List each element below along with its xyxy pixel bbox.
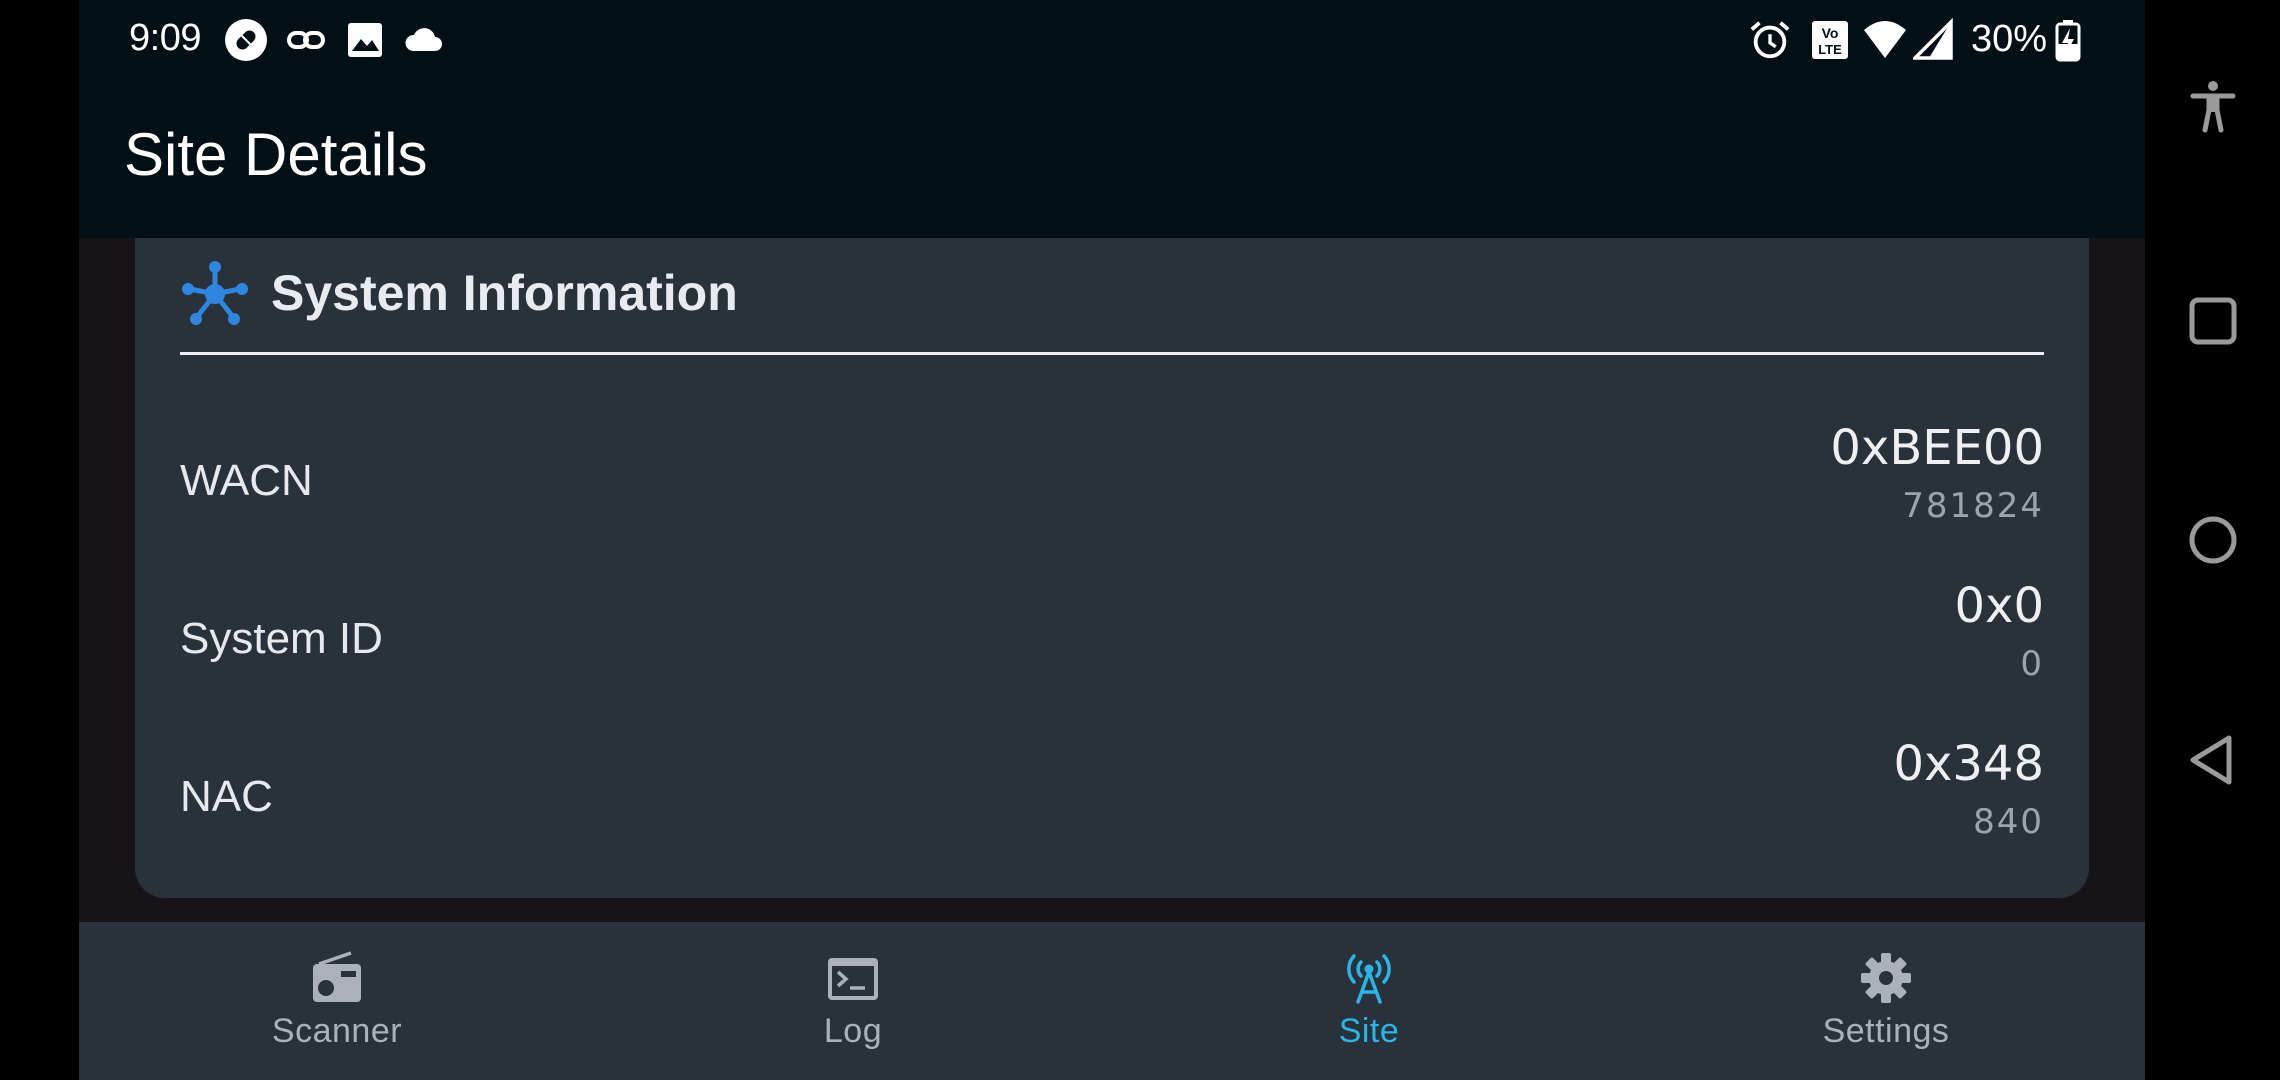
nav-label: Site — [1338, 1012, 1400, 1050]
pill-notification-icon — [225, 19, 267, 61]
home-icon[interactable] — [2185, 512, 2241, 568]
info-hex-value: 0xBEE00 — [1830, 420, 2044, 476]
terminal-icon — [828, 958, 878, 1000]
status-time: 9:09 — [129, 17, 201, 59]
svg-text:LTE: LTE — [1818, 42, 1842, 57]
info-row-nac: NAC 0x348 840 — [180, 736, 2044, 866]
battery-charging-icon — [2055, 20, 2081, 62]
info-label: WACN — [180, 456, 313, 505]
info-decimal-value: 840 — [1973, 802, 2044, 842]
nav-label: Scanner — [271, 1012, 403, 1050]
battery-percent: 30% — [1971, 18, 2048, 60]
info-row-system-id: System ID 0x0 0 — [180, 578, 2044, 708]
alarm-icon — [1750, 21, 1790, 59]
info-decimal-value: 0 — [2020, 644, 2044, 684]
system-information-card: System Information WACN 0xBEE00 781824 S… — [135, 238, 2089, 898]
bottom-navigation: Scanner Log Site Settings — [79, 922, 2145, 1080]
recents-icon[interactable] — [2185, 293, 2241, 349]
system-navigation-bar — [2145, 0, 2280, 1080]
nav-item-scanner[interactable]: Scanner — [187, 922, 487, 1080]
info-label: NAC — [180, 772, 273, 821]
nav-label: Log — [823, 1012, 883, 1050]
volte-icon: Vo LTE — [1812, 21, 1848, 59]
back-icon[interactable] — [2185, 732, 2241, 788]
card-title: System Information — [271, 265, 738, 321]
svg-text:Vo: Vo — [1822, 25, 1839, 41]
nav-item-settings[interactable]: Settings — [1736, 922, 2036, 1080]
app-bar: Site Details — [79, 78, 2145, 238]
nav-item-site[interactable]: Site — [1219, 922, 1519, 1080]
network-hub-icon — [182, 261, 248, 325]
app-screen: 9:09 Vo LTE 30% Site Details System Info… — [79, 0, 2145, 1080]
cell-signal-icon — [1913, 18, 1953, 60]
antenna-tower-icon — [1347, 954, 1391, 1004]
info-label: System ID — [180, 614, 383, 663]
status-bar: 9:09 Vo LTE 30% — [79, 0, 2145, 78]
image-icon — [348, 23, 382, 57]
page-title: Site Details — [124, 121, 428, 188]
wifi-icon — [1864, 21, 1906, 58]
divider — [180, 352, 2044, 355]
nav-label: Settings — [1822, 1012, 1950, 1050]
accessibility-icon[interactable] — [2185, 78, 2241, 134]
info-hex-value: 0x0 — [1954, 578, 2044, 634]
content-scroll-area[interactable]: System Information WACN 0xBEE00 781824 S… — [79, 238, 2145, 922]
info-hex-value: 0x348 — [1893, 736, 2044, 792]
gear-icon — [1861, 953, 1911, 1003]
link-icon — [287, 31, 325, 49]
info-decimal-value: 781824 — [1902, 486, 2044, 526]
info-row-wacn: WACN 0xBEE00 781824 — [180, 420, 2044, 550]
radio-icon — [313, 951, 361, 1002]
nav-item-log[interactable]: Log — [703, 922, 1003, 1080]
cloud-icon — [405, 28, 442, 51]
